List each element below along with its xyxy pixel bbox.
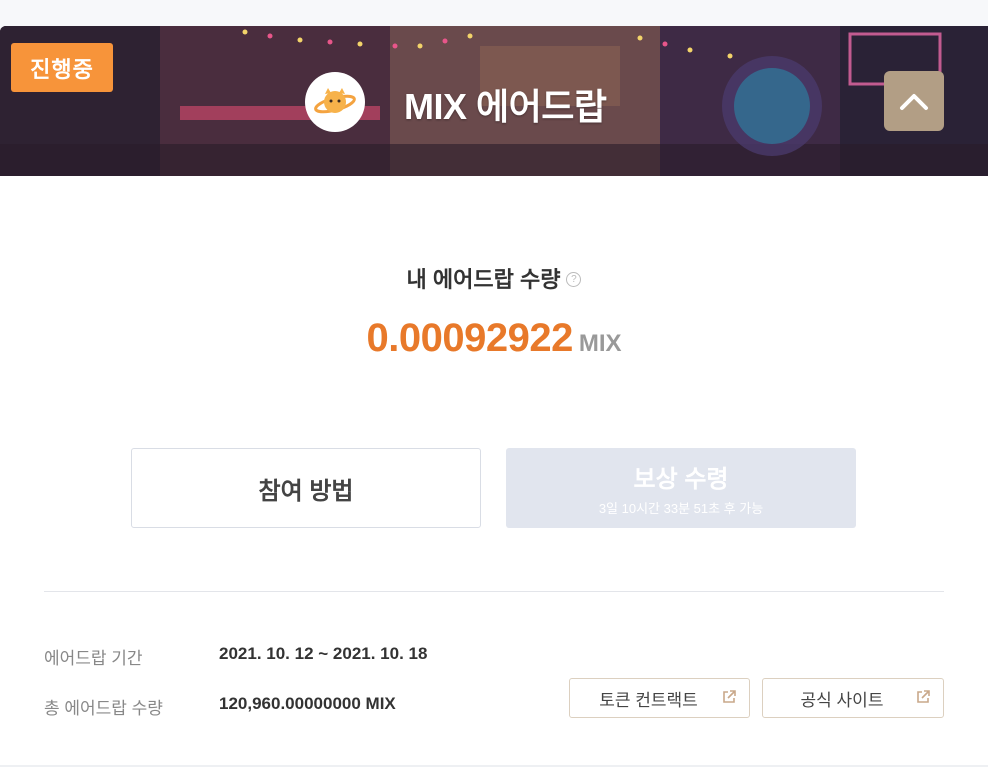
- section-divider: [44, 591, 944, 592]
- airdrop-banner: 진행중 MIX 에어드랍: [0, 26, 988, 176]
- claim-countdown: 3일 10시간 33분 51초 후 가능: [598, 501, 764, 516]
- my-airdrop-amount: 0.00092922 MIX: [0, 316, 988, 361]
- claim-reward-label: 보상 수령: [633, 466, 729, 493]
- amount-unit: MIX: [578, 330, 622, 357]
- external-link-icon: [917, 690, 930, 703]
- airdrop-card: 진행중 MIX 에어드랍 내 에어드랍 수량? 0.00092922 MIX 참여…: [0, 26, 988, 767]
- official-site-link[interactable]: 공식 사이트: [762, 678, 944, 718]
- status-badge: 진행중: [11, 43, 113, 92]
- collapse-button[interactable]: [884, 71, 944, 131]
- claim-reward-button[interactable]: 보상 수령 3일 10시간 33분 51초 후 가능: [506, 448, 856, 528]
- chevron-up-icon: [900, 94, 928, 110]
- token-contract-link[interactable]: 토큰 컨트랙트: [569, 678, 750, 718]
- token-contract-label: 토큰 컨트랙트: [599, 690, 698, 710]
- my-airdrop-amount-heading: 내 에어드랍 수량?: [0, 262, 988, 294]
- help-icon[interactable]: ?: [566, 271, 582, 287]
- planet-logo-icon: [305, 72, 365, 132]
- period-label: 에어드랍 기간: [44, 649, 143, 668]
- amount-value: 0.00092922: [366, 316, 574, 360]
- how-to-participate-button[interactable]: 참여 방법: [131, 448, 481, 528]
- period-value: 2021. 10. 12 ~ 2021. 10. 18: [219, 644, 428, 663]
- my-airdrop-amount-label: 내 에어드랍 수량: [406, 267, 561, 292]
- airdrop-title: MIX 에어드랍: [404, 86, 607, 127]
- total-amount-label: 총 에어드랍 수량: [44, 699, 163, 718]
- total-amount-value: 120,960.00000000 MIX: [219, 694, 396, 713]
- official-site-label: 공식 사이트: [800, 690, 884, 710]
- external-link-icon: [723, 690, 736, 703]
